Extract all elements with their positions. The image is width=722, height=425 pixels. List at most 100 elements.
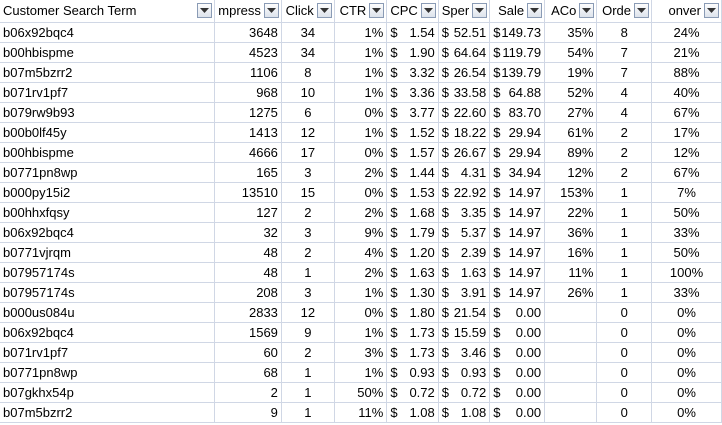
cell-sales[interactable]: $14.97	[489, 202, 546, 223]
cell-ctr[interactable]: 0%	[334, 102, 388, 123]
cell-acos[interactable]: 153%	[544, 182, 598, 203]
column-header-conversion[interactable]: onver	[651, 0, 722, 23]
column-header-impressions[interactable]: mpress	[214, 0, 282, 23]
cell-ctr[interactable]: 1%	[334, 82, 388, 103]
cell-acos[interactable]	[544, 342, 598, 363]
cell-customer-search-term[interactable]: b07957174s	[0, 262, 216, 283]
cell-sales[interactable]: $0.00	[489, 302, 546, 323]
cell-clicks[interactable]: 12	[281, 122, 335, 143]
cell-customer-search-term[interactable]: b06x92bqc4	[0, 222, 216, 243]
cell-spend[interactable]: $52.51	[438, 22, 491, 43]
dropdown-filter-icon[interactable]	[369, 3, 385, 18]
cell-conversion[interactable]: 24%	[651, 22, 722, 43]
cell-impressions[interactable]: 3648	[214, 22, 282, 43]
cell-spend[interactable]: $0.72	[438, 382, 491, 403]
cell-orders[interactable]: 0	[596, 322, 653, 343]
cell-sales[interactable]: $14.97	[489, 262, 546, 283]
cell-ctr[interactable]: 0%	[334, 182, 388, 203]
cell-clicks[interactable]: 34	[281, 22, 335, 43]
cell-ctr[interactable]: 1%	[334, 42, 388, 63]
cell-cpc[interactable]: $1.80	[386, 302, 439, 323]
cell-cpc[interactable]: $1.44	[386, 162, 439, 183]
cell-ctr[interactable]: 9%	[334, 222, 388, 243]
cell-conversion[interactable]: 0%	[651, 342, 722, 363]
cell-customer-search-term[interactable]: b07957174s	[0, 282, 216, 303]
cell-sales[interactable]: $139.79	[489, 62, 546, 83]
cell-ctr[interactable]: 1%	[334, 362, 388, 383]
cell-impressions[interactable]: 1413	[214, 122, 282, 143]
cell-ctr[interactable]: 1%	[334, 322, 388, 343]
cell-ctr[interactable]: 1%	[334, 22, 388, 43]
dropdown-filter-icon[interactable]	[197, 3, 213, 18]
cell-spend[interactable]: $33.58	[438, 82, 491, 103]
cell-cpc[interactable]: $1.57	[386, 142, 439, 163]
cell-orders[interactable]: 1	[596, 222, 653, 243]
cell-customer-search-term[interactable]: b000us084u	[0, 302, 216, 323]
cell-cpc[interactable]: $1.90	[386, 42, 439, 63]
cell-orders[interactable]: 1	[596, 202, 653, 223]
cell-clicks[interactable]: 10	[281, 82, 335, 103]
cell-orders[interactable]: 7	[596, 42, 653, 63]
cell-ctr[interactable]: 0%	[334, 142, 388, 163]
cell-conversion[interactable]: 21%	[651, 42, 722, 63]
cell-impressions[interactable]: 208	[214, 282, 282, 303]
cell-spend[interactable]: $15.59	[438, 322, 491, 343]
cell-conversion[interactable]: 50%	[651, 242, 722, 263]
cell-acos[interactable]: 19%	[544, 62, 598, 83]
dropdown-filter-icon[interactable]	[263, 3, 279, 18]
cell-cpc[interactable]: $3.36	[386, 82, 439, 103]
cell-impressions[interactable]: 127	[214, 202, 282, 223]
cell-cpc[interactable]: $3.77	[386, 102, 439, 123]
cell-spend[interactable]: $0.93	[438, 362, 491, 383]
cell-clicks[interactable]: 3	[281, 282, 335, 303]
cell-acos[interactable]	[544, 362, 598, 383]
cell-clicks[interactable]: 1	[281, 262, 335, 283]
cell-customer-search-term[interactable]: b00hbispme	[0, 42, 216, 63]
column-header-cpc[interactable]: CPC	[386, 0, 439, 23]
cell-ctr[interactable]: 4%	[334, 242, 388, 263]
cell-customer-search-term[interactable]: b071rv1pf7	[0, 342, 216, 363]
cell-acos[interactable]: 61%	[544, 122, 598, 143]
cell-customer-search-term[interactable]: b00b0lf45y	[0, 122, 216, 143]
cell-clicks[interactable]: 34	[281, 42, 335, 63]
cell-sales[interactable]: $0.00	[489, 322, 546, 343]
cell-spend[interactable]: $3.35	[438, 202, 491, 223]
cell-ctr[interactable]: 11%	[334, 402, 388, 423]
cell-cpc[interactable]: $1.52	[386, 122, 439, 143]
cell-conversion[interactable]: 0%	[651, 382, 722, 403]
cell-spend[interactable]: $22.92	[438, 182, 491, 203]
cell-orders[interactable]: 4	[596, 82, 653, 103]
cell-customer-search-term[interactable]: b079rw9b93	[0, 102, 216, 123]
cell-orders[interactable]: 2	[596, 162, 653, 183]
cell-sales[interactable]: $14.97	[489, 182, 546, 203]
column-header-ctr[interactable]: CTR	[334, 0, 388, 23]
cell-clicks[interactable]: 1	[281, 402, 335, 423]
cell-impressions[interactable]: 32	[214, 222, 282, 243]
cell-clicks[interactable]: 15	[281, 182, 335, 203]
cell-conversion[interactable]: 0%	[651, 302, 722, 323]
cell-cpc[interactable]: $0.72	[386, 382, 439, 403]
cell-impressions[interactable]: 48	[214, 242, 282, 263]
cell-impressions[interactable]: 1106	[214, 62, 282, 83]
cell-impressions[interactable]: 9	[214, 402, 282, 423]
cell-ctr[interactable]: 2%	[334, 202, 388, 223]
cell-spend[interactable]: $64.64	[438, 42, 491, 63]
cell-spend[interactable]: $21.54	[438, 302, 491, 323]
cell-acos[interactable]: 12%	[544, 162, 598, 183]
cell-impressions[interactable]: 1569	[214, 322, 282, 343]
dropdown-filter-icon[interactable]	[420, 3, 436, 18]
cell-impressions[interactable]: 165	[214, 162, 282, 183]
cell-orders[interactable]: 1	[596, 262, 653, 283]
cell-conversion[interactable]: 88%	[651, 62, 722, 83]
cell-impressions[interactable]: 68	[214, 362, 282, 383]
cell-customer-search-term[interactable]: b06x92bqc4	[0, 22, 216, 43]
cell-sales[interactable]: $14.97	[489, 222, 546, 243]
cell-orders[interactable]: 0	[596, 302, 653, 323]
cell-orders[interactable]: 2	[596, 122, 653, 143]
cell-conversion[interactable]: 0%	[651, 362, 722, 383]
cell-impressions[interactable]: 4523	[214, 42, 282, 63]
cell-customer-search-term[interactable]: b0771pn8wp	[0, 162, 216, 183]
cell-sales[interactable]: $64.88	[489, 82, 546, 103]
cell-acos[interactable]	[544, 302, 598, 323]
cell-customer-search-term[interactable]: b06x92bqc4	[0, 322, 216, 343]
